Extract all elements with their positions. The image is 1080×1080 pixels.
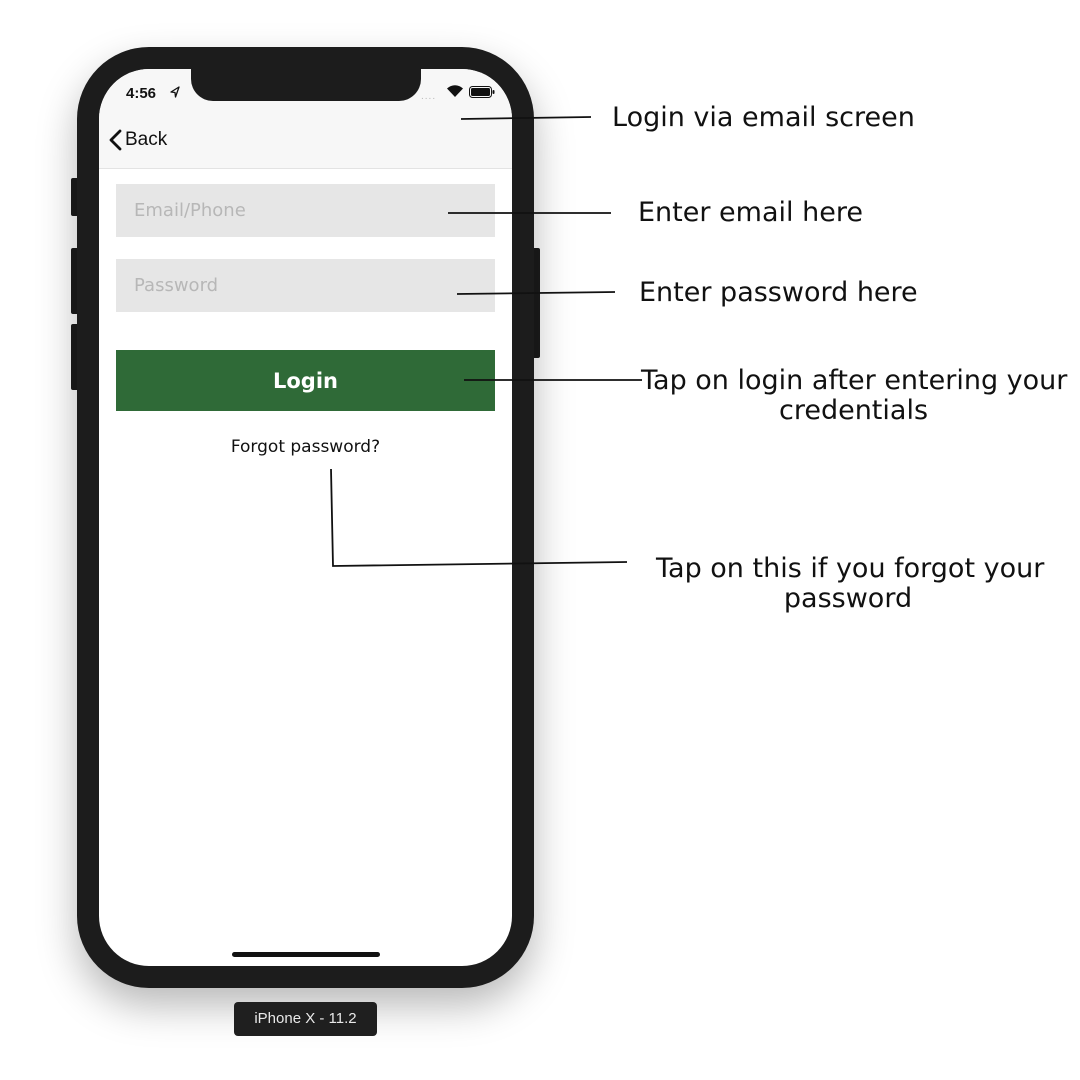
location-arrow-icon	[170, 86, 180, 98]
callout-forgot-line2: password	[783, 583, 913, 614]
device-label: iPhone X - 11.2	[234, 1002, 377, 1036]
battery-icon	[469, 86, 495, 98]
callout-email: Enter email here	[638, 197, 863, 228]
stage: 4:56 .... Back Email/Phone Login Forgot …	[0, 0, 1080, 1080]
device-frame: 4:56 .... Back Email/Phone Login Forgot …	[77, 47, 534, 988]
navigation-bar: Back	[99, 114, 512, 169]
forgot-password-link[interactable]: Forgot password?	[99, 437, 512, 457]
signal-dots: ....	[421, 91, 437, 102]
home-indicator[interactable]	[232, 952, 380, 957]
chevron-left-icon	[109, 129, 122, 151]
device-screen: 4:56 .... Back Email/Phone Login Forgot …	[99, 69, 512, 966]
callout-forgot-line1: Tap on this if you forgot your	[656, 553, 1045, 584]
callout-login-line1: Tap on login after entering your	[641, 365, 1068, 396]
login-button[interactable]: Login	[116, 350, 495, 411]
status-time: 4:56	[126, 85, 157, 102]
device-notch	[191, 69, 421, 101]
back-label: Back	[125, 129, 168, 150]
back-button[interactable]: Back	[108, 128, 167, 152]
email-field[interactable]	[116, 184, 495, 237]
callout-password: Enter password here	[639, 277, 918, 308]
password-field[interactable]	[116, 259, 495, 312]
callout-login-line2: credentials	[778, 395, 929, 426]
callout-screen: Login via email screen	[612, 102, 915, 133]
wifi-icon	[447, 85, 463, 97]
